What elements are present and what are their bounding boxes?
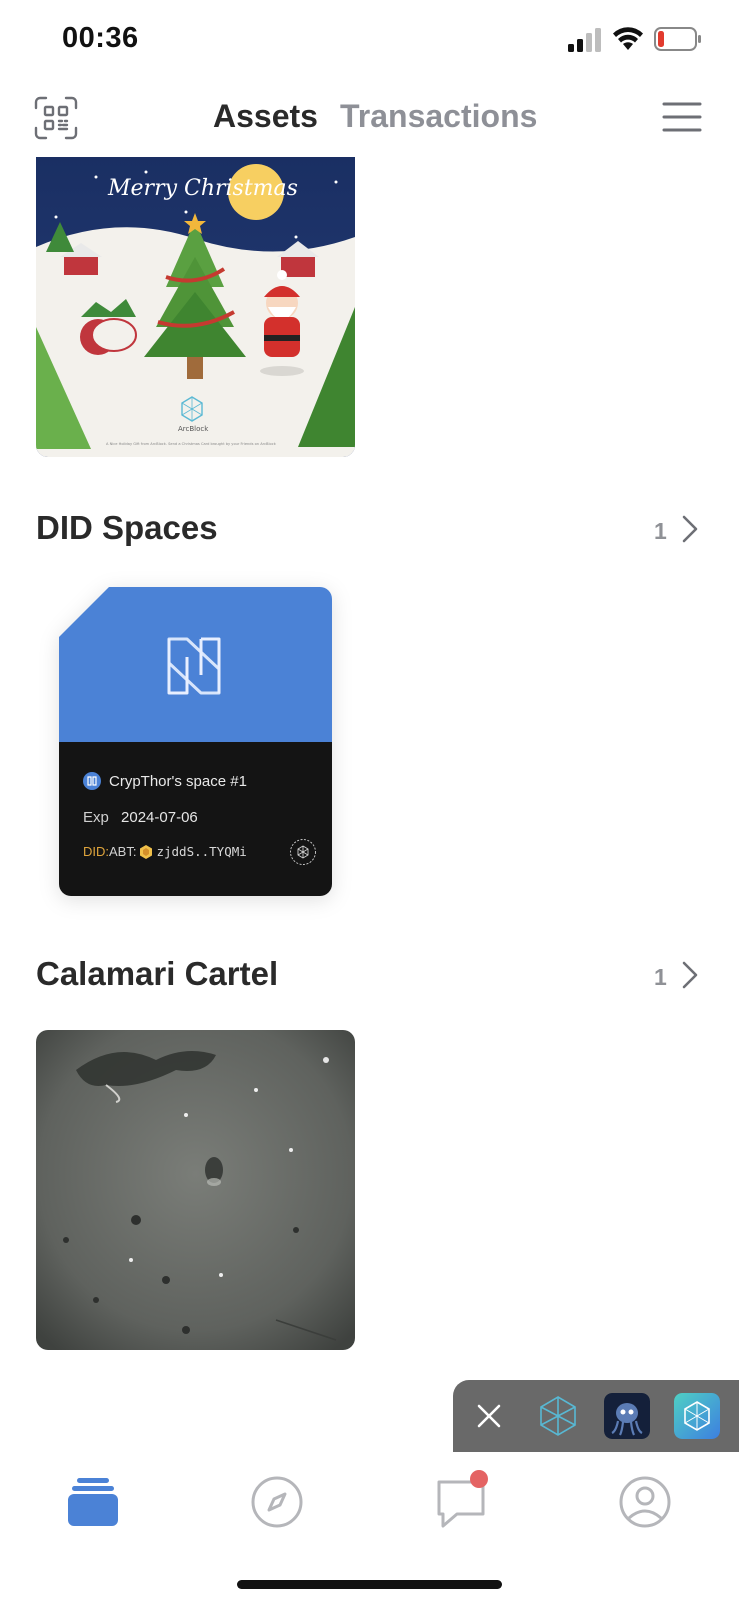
- did-address: zjddS..TYQMi: [156, 844, 247, 859]
- nft-card-christmas[interactable]: Merry Christmas ArcBlock A Nice Holiday …: [36, 157, 355, 457]
- cellular-signal-icon: [568, 28, 601, 52]
- did-avatar-icon: [140, 844, 153, 859]
- did-prefix: DID:: [83, 844, 109, 859]
- section-count-did-spaces: 1: [654, 518, 667, 544]
- profile-icon[interactable]: [617, 1474, 673, 1530]
- did-space-card-body: CrypThor's space #1 Exp 2024-07-06 DID: …: [59, 742, 332, 896]
- christmas-card-image: Merry Christmas ArcBlock A Nice Holiday …: [36, 157, 355, 457]
- bottom-tab-bar: [0, 1452, 739, 1600]
- hamburger-menu-icon[interactable]: [662, 100, 702, 134]
- did-space-exp-date: 2024-07-06: [121, 809, 198, 826]
- home-indicator: [237, 1580, 502, 1589]
- nft-card-calamari[interactable]: [36, 1030, 355, 1350]
- on-chain-seal-icon: [290, 839, 316, 865]
- did-wallet-app-icon[interactable]: [674, 1393, 720, 1439]
- assets-icon[interactable]: [65, 1474, 121, 1530]
- section-title-did-spaces: DID Spaces: [36, 509, 218, 546]
- battery-icon: [654, 27, 701, 51]
- tab-assets[interactable]: Assets: [213, 98, 318, 135]
- status-bar: 00:36: [0, 0, 739, 80]
- did-space-badge-icon: [83, 772, 101, 790]
- status-time: 00:36: [62, 22, 139, 54]
- did-space-name: CrypThor's space #1: [109, 772, 247, 790]
- close-icon[interactable]: [475, 1402, 503, 1430]
- chevron-right-icon[interactable]: [681, 960, 699, 990]
- christmas-footer: A Nice Holiday Gift from ArcBlock. Send …: [106, 442, 277, 446]
- did-space-card-header: [59, 587, 332, 742]
- explore-compass-icon[interactable]: [249, 1474, 305, 1530]
- notification-dot: [470, 1470, 488, 1488]
- tab-transactions[interactable]: Transactions: [340, 98, 537, 135]
- did-type: ABT:: [109, 844, 137, 859]
- did-spaces-logo-icon: [167, 637, 221, 695]
- floating-app-bar: [453, 1380, 739, 1452]
- app-header: Assets Transactions: [0, 88, 739, 152]
- wifi-icon: [613, 27, 643, 50]
- calamari-nft-image: [36, 1030, 355, 1350]
- section-title-calamari-cartel: Calamari Cartel: [36, 955, 279, 992]
- arcblock-app-icon[interactable]: [535, 1393, 581, 1439]
- did-space-card[interactable]: CrypThor's space #1 Exp 2024-07-06 DID: …: [59, 587, 332, 896]
- section-count-calamari-cartel: 1: [654, 964, 667, 990]
- did-space-exp-label: Exp: [83, 809, 109, 826]
- qr-scan-icon[interactable]: [34, 96, 78, 140]
- calamari-app-icon[interactable]: [604, 1393, 650, 1439]
- christmas-greeting: Merry Christmas: [107, 176, 298, 201]
- christmas-brand: ArcBlock: [178, 425, 209, 433]
- chevron-right-icon[interactable]: [681, 514, 699, 544]
